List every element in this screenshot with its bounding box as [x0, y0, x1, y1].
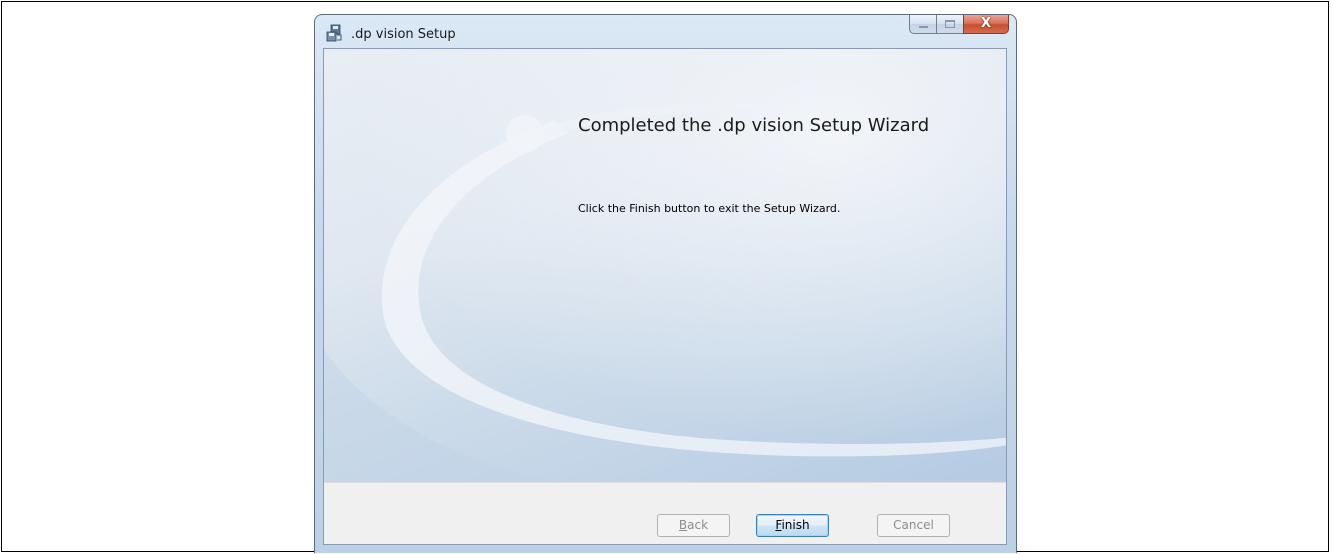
close-icon: X	[980, 16, 992, 31]
window-title: .dp vision Setup	[351, 27, 456, 42]
setup-wizard-window: .dp vision Setup X Completed the .dp vis…	[314, 14, 1017, 553]
close-button[interactable]: X	[963, 15, 1009, 34]
title-bar[interactable]: .dp vision Setup X	[315, 15, 1016, 47]
wizard-banner: Completed the .dp vision Setup Wizard Cl…	[324, 49, 1006, 482]
wizard-button-bar: Back Finish Cancel	[324, 482, 1006, 544]
back-button-mnemonic: B	[678, 518, 688, 532]
installer-icon	[326, 24, 342, 42]
finish-button-label: inish	[781, 518, 810, 532]
maximize-button	[936, 15, 963, 34]
back-button[interactable]: Back	[657, 514, 730, 537]
wizard-heading: Completed the .dp vision Setup Wizard	[578, 115, 930, 136]
banner-swoosh-graphic	[324, 49, 1006, 482]
minimize-button[interactable]	[909, 15, 936, 34]
minimize-icon	[919, 26, 928, 28]
wizard-client-area: Completed the .dp vision Setup Wizard Cl…	[323, 48, 1007, 545]
maximize-icon	[945, 20, 955, 28]
back-button-label: ack	[687, 518, 709, 532]
caption-buttons: X	[909, 15, 1009, 35]
cancel-button[interactable]: Cancel	[877, 514, 950, 537]
finish-button[interactable]: Finish	[756, 514, 829, 537]
wizard-instructions: Click the Finish button to exit the Setu…	[578, 202, 841, 215]
